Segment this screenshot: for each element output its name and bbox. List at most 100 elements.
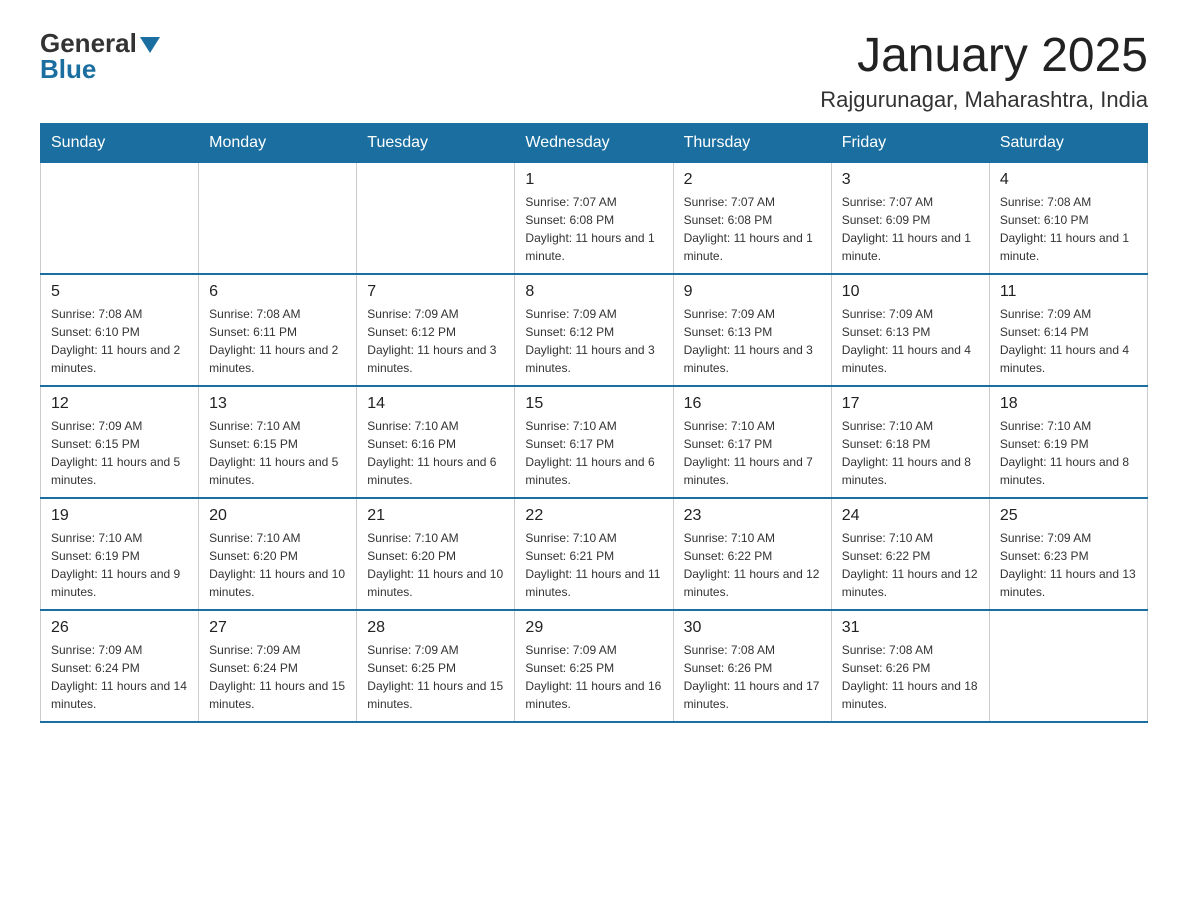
day-number: 26 [51,619,188,637]
calendar-cell: 25 Sunrise: 7:09 AM Sunset: 6:23 PM Dayli… [989,498,1147,610]
day-number: 18 [1000,395,1137,413]
day-info: Sunrise: 7:10 AM Sunset: 6:19 PM Dayligh… [1000,417,1137,489]
calendar-cell: 9 Sunrise: 7:09 AM Sunset: 6:13 PM Daylig… [673,274,831,386]
title-block: January 2025 Rajgurunagar, Maharashtra, … [820,30,1148,113]
day-info: Sunrise: 7:10 AM Sunset: 6:15 PM Dayligh… [209,417,346,489]
calendar-week-row: 12 Sunrise: 7:09 AM Sunset: 6:15 PM Dayli… [41,386,1148,498]
day-info: Sunrise: 7:10 AM Sunset: 6:18 PM Dayligh… [842,417,979,489]
calendar-cell [989,610,1147,722]
day-info: Sunrise: 7:09 AM Sunset: 6:14 PM Dayligh… [1000,305,1137,377]
calendar-cell: 22Sunrise: 7:10 AM Sunset: 6:21 PM Dayli… [515,498,673,610]
calendar-cell: 17 Sunrise: 7:10 AM Sunset: 6:18 PM Dayli… [831,386,989,498]
day-info: Sunrise: 7:09 AM Sunset: 6:23 PM Dayligh… [1000,529,1137,601]
day-number: 24 [842,507,979,525]
calendar-cell: 27 Sunrise: 7:09 AM Sunset: 6:24 PM Dayli… [199,610,357,722]
day-info: Sunrise: 7:09 AM Sunset: 6:25 PM Dayligh… [525,641,662,713]
day-number: 17 [842,395,979,413]
calendar-cell: 29Sunrise: 7:09 AM Sunset: 6:25 PM Dayli… [515,610,673,722]
day-number: 2 [684,171,821,189]
calendar-title: January 2025 [820,30,1148,83]
calendar-cell: 31Sunrise: 7:08 AM Sunset: 6:26 PM Dayli… [831,610,989,722]
day-info: Sunrise: 7:09 AM Sunset: 6:24 PM Dayligh… [51,641,188,713]
day-info: Sunrise: 7:10 AM Sunset: 6:16 PM Dayligh… [367,417,504,489]
calendar-cell: 1 Sunrise: 7:07 AM Sunset: 6:08 PM Daylig… [515,162,673,274]
calendar-cell: 30 Sunrise: 7:08 AM Sunset: 6:26 PM Dayli… [673,610,831,722]
day-number: 1 [525,171,662,189]
day-number: 23 [684,507,821,525]
calendar-subtitle: Rajgurunagar, Maharashtra, India [820,87,1148,113]
calendar-cell: 20 Sunrise: 7:10 AM Sunset: 6:20 PM Dayli… [199,498,357,610]
day-info: Sunrise: 7:07 AM Sunset: 6:09 PM Dayligh… [842,193,979,265]
day-info: Sunrise: 7:08 AM Sunset: 6:10 PM Dayligh… [51,305,188,377]
calendar-cell [41,162,199,274]
calendar-cell: 13Sunrise: 7:10 AM Sunset: 6:15 PM Dayli… [199,386,357,498]
calendar-table: SundayMondayTuesdayWednesdayThursdayFrid… [40,123,1148,723]
day-number: 3 [842,171,979,189]
day-info: Sunrise: 7:09 AM Sunset: 6:12 PM Dayligh… [367,305,504,377]
calendar-cell: 28 Sunrise: 7:09 AM Sunset: 6:25 PM Dayli… [357,610,515,722]
calendar-week-row: 1 Sunrise: 7:07 AM Sunset: 6:08 PM Daylig… [41,162,1148,274]
logo-triangle-icon [140,37,160,53]
day-info: Sunrise: 7:10 AM Sunset: 6:22 PM Dayligh… [684,529,821,601]
day-info: Sunrise: 7:10 AM Sunset: 6:22 PM Dayligh… [842,529,979,601]
day-number: 5 [51,283,188,301]
day-info: Sunrise: 7:10 AM Sunset: 6:20 PM Dayligh… [367,529,504,601]
calendar-cell: 12 Sunrise: 7:09 AM Sunset: 6:15 PM Dayli… [41,386,199,498]
day-info: Sunrise: 7:08 AM Sunset: 6:26 PM Dayligh… [842,641,979,713]
calendar-cell: 11 Sunrise: 7:09 AM Sunset: 6:14 PM Dayli… [989,274,1147,386]
day-info: Sunrise: 7:10 AM Sunset: 6:20 PM Dayligh… [209,529,346,601]
calendar-cell: 2 Sunrise: 7:07 AM Sunset: 6:08 PM Daylig… [673,162,831,274]
day-info: Sunrise: 7:09 AM Sunset: 6:13 PM Dayligh… [842,305,979,377]
day-info: Sunrise: 7:09 AM Sunset: 6:12 PM Dayligh… [525,305,662,377]
day-info: Sunrise: 7:08 AM Sunset: 6:11 PM Dayligh… [209,305,346,377]
day-info: Sunrise: 7:10 AM Sunset: 6:17 PM Dayligh… [525,417,662,489]
calendar-cell: 10Sunrise: 7:09 AM Sunset: 6:13 PM Dayli… [831,274,989,386]
day-info: Sunrise: 7:09 AM Sunset: 6:24 PM Dayligh… [209,641,346,713]
calendar-cell: 4Sunrise: 7:08 AM Sunset: 6:10 PM Daylig… [989,162,1147,274]
weekday-header-friday: Friday [831,123,989,162]
day-number: 7 [367,283,504,301]
calendar-cell: 24 Sunrise: 7:10 AM Sunset: 6:22 PM Dayli… [831,498,989,610]
calendar-cell: 23 Sunrise: 7:10 AM Sunset: 6:22 PM Dayli… [673,498,831,610]
day-info: Sunrise: 7:08 AM Sunset: 6:26 PM Dayligh… [684,641,821,713]
day-number: 25 [1000,507,1137,525]
calendar-body: 1 Sunrise: 7:07 AM Sunset: 6:08 PM Daylig… [41,162,1148,722]
day-info: Sunrise: 7:07 AM Sunset: 6:08 PM Dayligh… [525,193,662,265]
day-number: 21 [367,507,504,525]
calendar-cell: 19Sunrise: 7:10 AM Sunset: 6:19 PM Dayli… [41,498,199,610]
day-number: 12 [51,395,188,413]
calendar-cell: 21 Sunrise: 7:10 AM Sunset: 6:20 PM Dayli… [357,498,515,610]
day-number: 20 [209,507,346,525]
weekday-header-thursday: Thursday [673,123,831,162]
day-info: Sunrise: 7:09 AM Sunset: 6:15 PM Dayligh… [51,417,188,489]
calendar-week-row: 26 Sunrise: 7:09 AM Sunset: 6:24 PM Dayli… [41,610,1148,722]
calendar-cell: 16 Sunrise: 7:10 AM Sunset: 6:17 PM Dayli… [673,386,831,498]
day-info: Sunrise: 7:10 AM Sunset: 6:19 PM Dayligh… [51,529,188,601]
day-number: 8 [525,283,662,301]
weekday-header-row: SundayMondayTuesdayWednesdayThursdayFrid… [41,123,1148,162]
day-number: 15 [525,395,662,413]
calendar-cell: 5 Sunrise: 7:08 AM Sunset: 6:10 PM Daylig… [41,274,199,386]
day-info: Sunrise: 7:10 AM Sunset: 6:17 PM Dayligh… [684,417,821,489]
day-info: Sunrise: 7:09 AM Sunset: 6:25 PM Dayligh… [367,641,504,713]
day-info: Sunrise: 7:09 AM Sunset: 6:13 PM Dayligh… [684,305,821,377]
day-number: 9 [684,283,821,301]
day-number: 28 [367,619,504,637]
day-number: 30 [684,619,821,637]
day-info: Sunrise: 7:07 AM Sunset: 6:08 PM Dayligh… [684,193,821,265]
logo-general-text: General [40,30,137,56]
calendar-cell: 6Sunrise: 7:08 AM Sunset: 6:11 PM Daylig… [199,274,357,386]
day-number: 4 [1000,171,1137,189]
calendar-cell: 8 Sunrise: 7:09 AM Sunset: 6:12 PM Daylig… [515,274,673,386]
calendar-cell [357,162,515,274]
day-info: Sunrise: 7:10 AM Sunset: 6:21 PM Dayligh… [525,529,662,601]
calendar-week-row: 5 Sunrise: 7:08 AM Sunset: 6:10 PM Daylig… [41,274,1148,386]
day-number: 11 [1000,283,1137,301]
weekday-header-monday: Monday [199,123,357,162]
weekday-header-saturday: Saturday [989,123,1147,162]
calendar-header: SundayMondayTuesdayWednesdayThursdayFrid… [41,123,1148,162]
calendar-cell: 15 Sunrise: 7:10 AM Sunset: 6:17 PM Dayli… [515,386,673,498]
day-number: 27 [209,619,346,637]
calendar-week-row: 19Sunrise: 7:10 AM Sunset: 6:19 PM Dayli… [41,498,1148,610]
day-number: 16 [684,395,821,413]
